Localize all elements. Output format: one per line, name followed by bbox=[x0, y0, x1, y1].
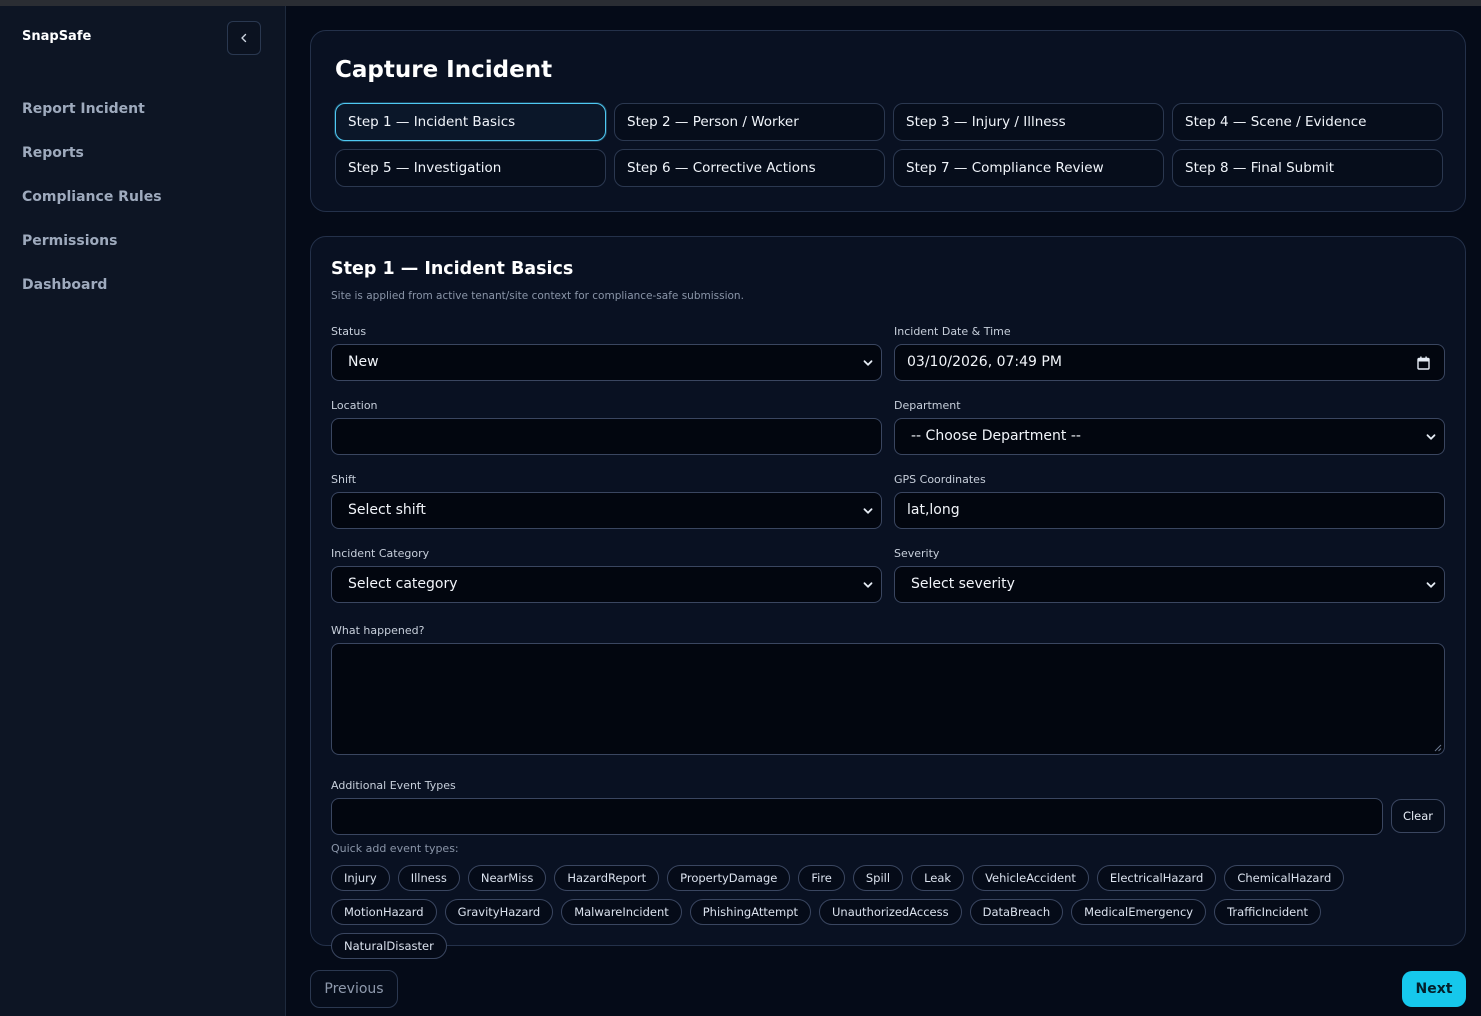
calendar-icon[interactable] bbox=[1417, 356, 1430, 370]
quick-add-chip[interactable]: NearMiss bbox=[467, 865, 547, 891]
quick-add-chip[interactable]: Fire bbox=[798, 865, 845, 891]
clear-button[interactable]: Clear bbox=[1391, 799, 1445, 833]
quick-add-chip[interactable]: PropertyDamage bbox=[667, 865, 791, 891]
location-field: Location bbox=[331, 399, 882, 455]
datetime-value: 03/10/2026, 07:49 PM bbox=[907, 354, 1062, 370]
shift-value: Select shift bbox=[348, 502, 426, 518]
additional-event-types-field: Additional Event Types Clear bbox=[331, 779, 1445, 835]
chevron-left-icon bbox=[241, 33, 247, 43]
chevron-down-icon bbox=[1426, 434, 1436, 440]
location-label: Location bbox=[331, 399, 378, 412]
severity-label: Severity bbox=[894, 547, 940, 560]
form-subtitle: Site is applied from active tenant/site … bbox=[331, 290, 744, 302]
incident-basics-form: Step 1 — Incident Basics Site is applied… bbox=[310, 236, 1466, 959]
category-value: Select category bbox=[348, 576, 458, 592]
department-value: -- Choose Department -- bbox=[911, 428, 1081, 444]
steps-card: Capture Incident Step 1 — Incident Basic… bbox=[310, 30, 1466, 212]
status-select[interactable]: New bbox=[331, 344, 882, 381]
quick-add-chip[interactable]: Injury bbox=[331, 865, 390, 891]
sidebar-item-compliance-rules[interactable]: Compliance Rules bbox=[22, 186, 162, 230]
quick-add-chip[interactable]: MedicalEmergency bbox=[1071, 899, 1207, 925]
main-content: Capture Incident Step 1 — Incident Basic… bbox=[286, 6, 1481, 1016]
gps-field: GPS Coordinates lat,long bbox=[894, 473, 1445, 529]
category-select[interactable]: Select category bbox=[331, 566, 882, 603]
quick-add-chip[interactable]: UnauthorizedAccess bbox=[819, 899, 962, 925]
tab-step-6[interactable]: Step 6 — Corrective Actions bbox=[614, 149, 885, 187]
gps-placeholder: lat,long bbox=[907, 502, 960, 518]
chevron-down-icon bbox=[1426, 582, 1436, 588]
page-title: Capture Incident bbox=[335, 57, 553, 83]
status-value: New bbox=[348, 354, 379, 370]
chevron-down-icon bbox=[863, 360, 873, 366]
quick-add-chips: Injury Illness NearMiss HazardReport Propert… bbox=[331, 865, 1441, 959]
department-label: Department bbox=[894, 399, 961, 412]
category-field: Incident Category Select category bbox=[331, 547, 882, 603]
status-field: Status New bbox=[331, 325, 882, 381]
quick-add-chip[interactable]: PhishingAttempt bbox=[689, 899, 812, 925]
tab-step-4[interactable]: Step 4 — Scene / Evidence bbox=[1172, 103, 1443, 141]
quick-add-chip[interactable]: ChemicalHazard bbox=[1224, 865, 1345, 891]
form-title: Step 1 — Incident Basics bbox=[331, 259, 574, 279]
previous-button[interactable]: Previous bbox=[310, 970, 398, 1008]
quick-add-chip[interactable]: ElectricalHazard bbox=[1096, 865, 1217, 891]
step-tabs: Step 1 — Incident Basics Step 2 — Person… bbox=[335, 103, 1443, 187]
shift-field: Shift Select shift bbox=[331, 473, 882, 529]
sidebar-item-report-incident[interactable]: Report Incident bbox=[22, 98, 162, 142]
quick-add-chip[interactable]: NaturalDisaster bbox=[331, 933, 447, 959]
sidebar-nav: Report Incident Reports Compliance Rules… bbox=[22, 98, 162, 318]
quick-add-chip[interactable]: Spill bbox=[852, 865, 904, 891]
quick-add-chip[interactable]: TrafficIncident bbox=[1214, 899, 1321, 925]
quick-add-label: Quick add event types: bbox=[331, 842, 459, 855]
datetime-input[interactable]: 03/10/2026, 07:49 PM bbox=[894, 344, 1445, 381]
quick-add-chip[interactable]: HazardReport bbox=[554, 865, 660, 891]
collapse-sidebar-button[interactable] bbox=[227, 21, 261, 55]
app-brand: SnapSafe bbox=[22, 29, 92, 44]
gps-label: GPS Coordinates bbox=[894, 473, 986, 486]
shift-select[interactable]: Select shift bbox=[331, 492, 882, 529]
tab-step-1[interactable]: Step 1 — Incident Basics bbox=[335, 103, 606, 141]
what-happened-label: What happened? bbox=[331, 624, 425, 637]
resize-handle-icon[interactable] bbox=[1434, 744, 1442, 752]
sidebar-item-dashboard[interactable]: Dashboard bbox=[22, 274, 162, 318]
additional-event-types-row: Clear bbox=[331, 798, 1445, 835]
chevron-down-icon bbox=[863, 508, 873, 514]
quick-add-chip[interactable]: GravityHazard bbox=[444, 899, 554, 925]
tab-step-8[interactable]: Step 8 — Final Submit bbox=[1172, 149, 1443, 187]
additional-event-types-label: Additional Event Types bbox=[331, 779, 456, 792]
tab-step-2[interactable]: Step 2 — Person / Worker bbox=[614, 103, 885, 141]
department-select[interactable]: -- Choose Department -- bbox=[894, 418, 1445, 455]
category-label: Incident Category bbox=[331, 547, 430, 560]
quick-add-chip[interactable]: Leak bbox=[911, 865, 965, 891]
severity-field: Severity Select severity bbox=[894, 547, 1445, 603]
what-happened-textarea[interactable] bbox=[331, 643, 1445, 755]
datetime-label: Incident Date & Time bbox=[894, 325, 1011, 338]
tab-step-7[interactable]: Step 7 — Compliance Review bbox=[893, 149, 1164, 187]
sidebar: SnapSafe Report Incident Reports Complia… bbox=[0, 6, 286, 1016]
tab-step-5[interactable]: Step 5 — Investigation bbox=[335, 149, 606, 187]
datetime-field: Incident Date & Time 03/10/2026, 07:49 P… bbox=[894, 325, 1445, 381]
department-field: Department -- Choose Department -- bbox=[894, 399, 1445, 455]
location-input[interactable] bbox=[331, 418, 882, 455]
status-label: Status bbox=[331, 325, 367, 338]
severity-value: Select severity bbox=[911, 576, 1015, 592]
tab-step-3[interactable]: Step 3 — Injury / Illness bbox=[893, 103, 1164, 141]
quick-add-chip[interactable]: Illness bbox=[397, 865, 460, 891]
gps-input[interactable]: lat,long bbox=[894, 492, 1445, 529]
severity-select[interactable]: Select severity bbox=[894, 566, 1445, 603]
sidebar-item-permissions[interactable]: Permissions bbox=[22, 230, 162, 274]
quick-add-chip[interactable]: DataBreach bbox=[969, 899, 1064, 925]
quick-add-chip[interactable]: MalwareIncident bbox=[561, 899, 682, 925]
next-button[interactable]: Next bbox=[1402, 971, 1466, 1007]
quick-add-chip[interactable]: MotionHazard bbox=[331, 899, 437, 925]
quick-add-chip[interactable]: VehicleAccident bbox=[972, 865, 1089, 891]
sidebar-item-reports[interactable]: Reports bbox=[22, 142, 162, 186]
what-happened-field: What happened? bbox=[331, 624, 1445, 755]
shift-label: Shift bbox=[331, 473, 357, 486]
chevron-down-icon bbox=[863, 582, 873, 588]
additional-event-types-input[interactable] bbox=[331, 798, 1383, 835]
